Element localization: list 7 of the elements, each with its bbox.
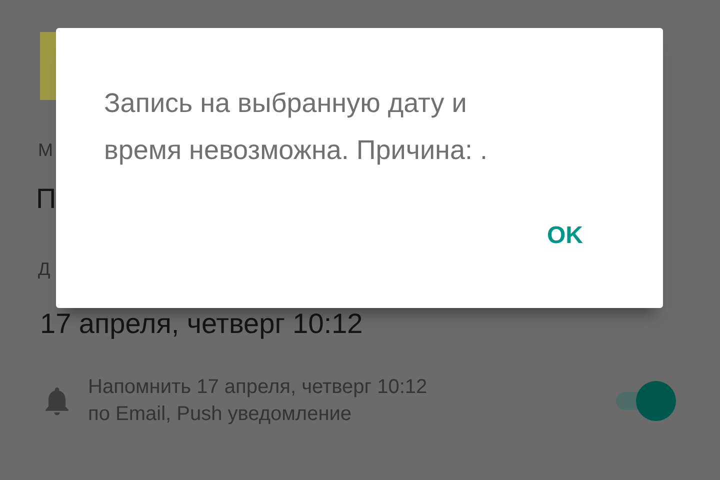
dialog-message: Запись на выбранную дату и время невозможна. Причина: . — [104, 87, 488, 167]
field-label: М — [38, 140, 53, 161]
reminder-channels: по Email, Push уведомление — [88, 403, 353, 426]
field-label: Д — [38, 259, 50, 280]
field-value[interactable]: 17 апреля, четверг 10:12 — [40, 308, 363, 340]
field-value: П — [36, 183, 56, 215]
ok-button[interactable]: OK — [535, 214, 595, 258]
